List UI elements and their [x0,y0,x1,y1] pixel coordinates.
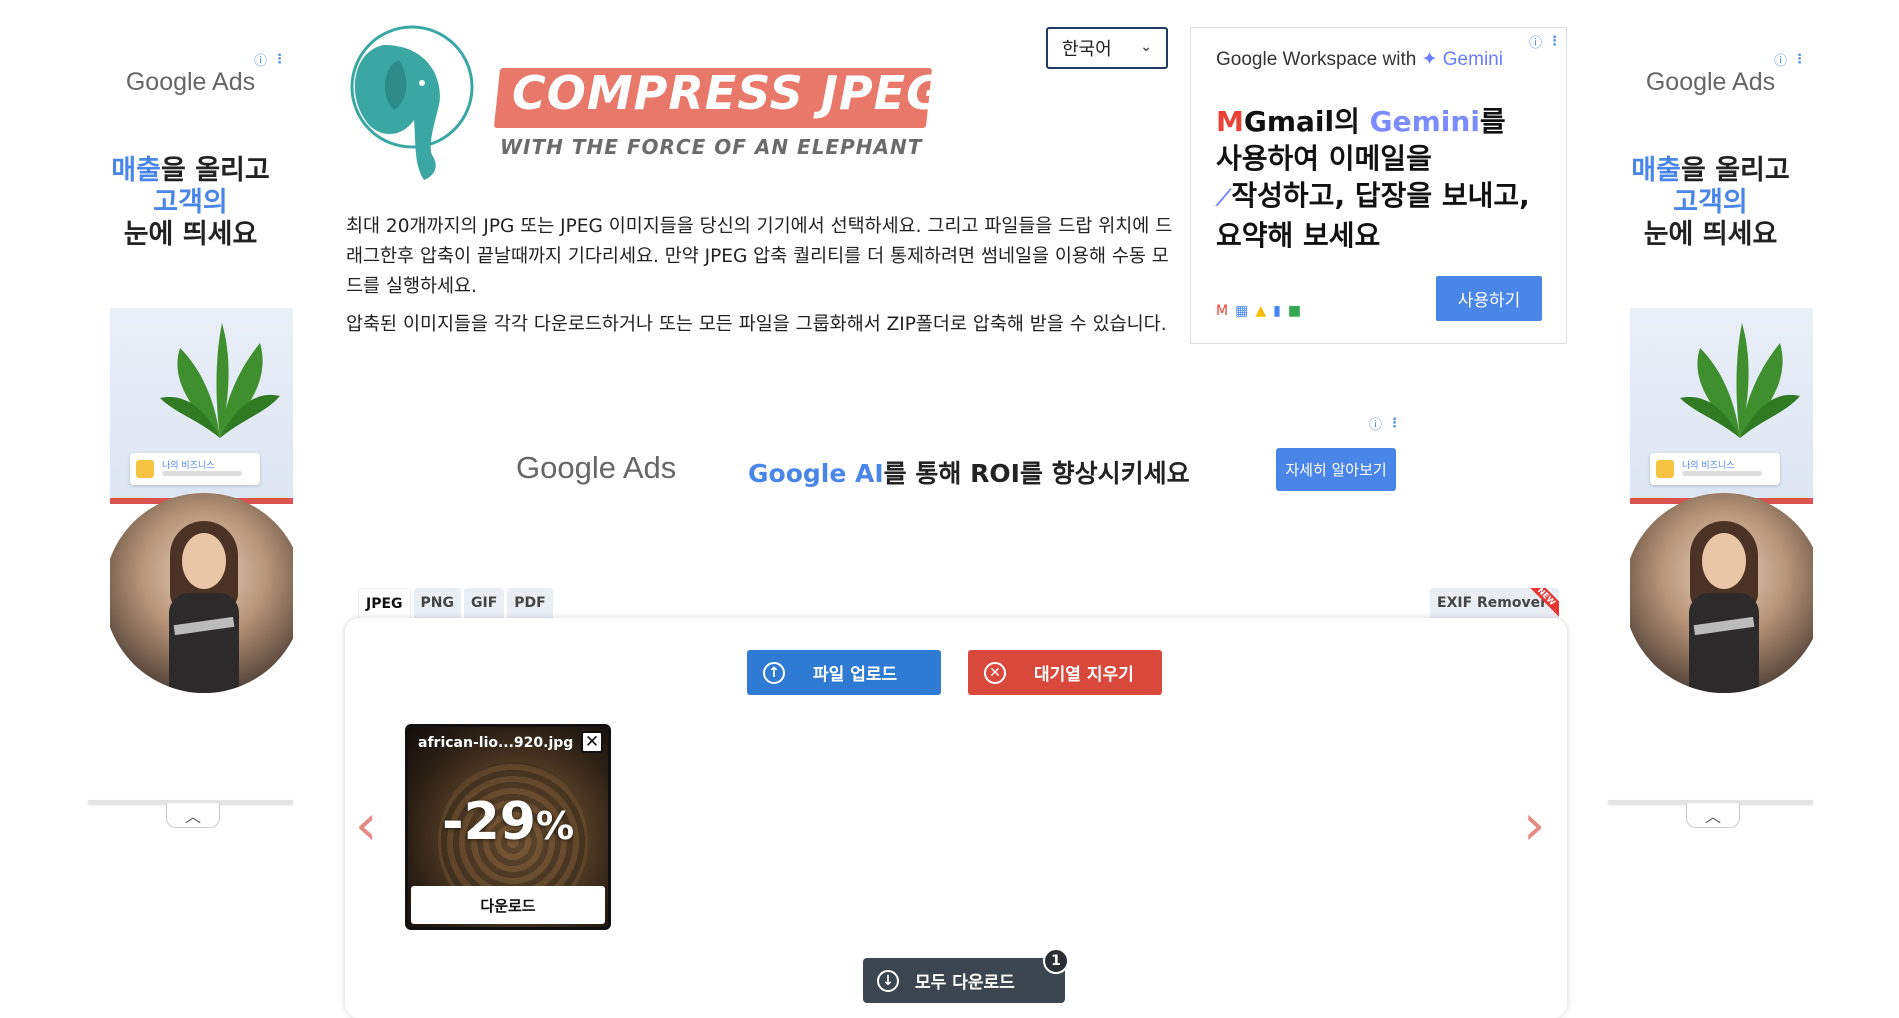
language-select[interactable]: 한국어 ⌄ [1046,27,1168,69]
meet-icon: ■ [1287,303,1302,319]
intro-paragraph-1: 최대 20개까지의 JPG 또는 JPEG 이미지들을 당신의 기기에서 선택하… [346,216,1173,297]
workspace-ad-line1: Gmail의 [1243,105,1370,138]
ad-headline-line3: 눈에 띄세요 [123,219,258,250]
ad-headline-line2: 고객의 [1673,187,1748,218]
tab-jpeg[interactable]: JPEG [358,588,411,619]
language-select-value: 한국어 [1062,39,1112,60]
ads-logo-text: Ads [212,68,256,96]
ad-headline-line1: 을 올리고 [160,155,270,186]
banner-ad-message: Google AI를 통해 ROI를 향상시키세요 [748,454,1190,490]
workspace-ad-cta-button[interactable]: 사용하기 [1436,276,1542,321]
ad-headline-line2: 고객의 [153,187,228,218]
banner-ad-text: 를 통해 ROI를 향상시키세요 [883,459,1190,488]
chevron-down-icon: ⌄ [1140,39,1152,55]
workspace-app-icons: M ▦ ▲ ▮ ■ [1216,303,1301,319]
file-name: african-lio...920.jpg [418,735,574,751]
plant-icon [160,323,280,438]
clear-queue-button[interactable]: ✕ 대기열 지우기 [968,650,1162,695]
download-count-badge: 1 [1043,948,1069,974]
business-card: 나의 비즈니스 [130,453,260,485]
clear-queue-label: 대기열 지우기 [1034,665,1134,685]
plant-icon [1680,323,1800,438]
logo-title[interactable]: COMPRESS JPEG [512,66,945,120]
logo-subtitle: WITH THE FORCE OF AN ELEPHANT [500,135,923,159]
ad-choices-icon[interactable]: ⓘ ⋮ [1369,414,1401,433]
banner-ad[interactable]: ⓘ ⋮ Google Ads Google AI를 통해 ROI를 향상시키세요… [500,410,1401,500]
workspace-ad-line1-suffix: 를 [1479,105,1506,138]
google-logo-text: Google [1645,68,1727,96]
compressor-panel: ↑ 파일 업로드 ✕ 대기열 지우기 ‹ › african-lio...920… [345,618,1567,1018]
workspace-ad-body: MGmail의 Gemini를 사용하여 이메일을 ⟋작성하고, 답장을 보내고… [1216,103,1566,254]
percent-sign: % [535,804,575,848]
upload-files-button[interactable]: ↑ 파일 업로드 [747,650,941,695]
ad-person-photo [1630,493,1813,693]
scroll-left-arrow-icon[interactable]: ‹ [355,793,377,858]
workspace-ad-heading-text: Google Workspace with [1216,49,1422,70]
download-arrow-icon: ↓ [877,969,899,992]
gmail-icon: M [1216,303,1229,319]
download-all-label: 모두 다운로드 [915,973,1015,993]
gemini-label: ✦ Gemini [1421,49,1503,70]
google-ads-logo: Google Ads [88,68,293,97]
workspace-ad-gemini: Gemini [1369,105,1480,138]
ad-headline: 매출을 올리고 고객의 눈에 띄세요 [1608,155,1813,251]
ads-logo-text: Ads [622,450,677,485]
upload-arrow-icon: ↑ [763,661,785,684]
ad-headline-line3: 눈에 띄세요 [1643,219,1778,250]
magic-wand-icon: ⟋ [1216,186,1232,211]
ad-choices-icon[interactable]: ⓘ ⋮ [254,50,286,69]
chevron-up-icon[interactable]: ︿ [166,803,220,828]
right-side-ad[interactable]: ⓘ ⋮ Google Ads 매출을 올리고 고객의 눈에 띄세요 나의 비즈니… [1608,40,1813,840]
elephant-logo-icon[interactable] [344,25,476,185]
download-file-button[interactable]: 다운로드 [411,886,605,924]
ad-headline-highlight: 매출 [111,155,161,186]
compression-value: -29 [441,792,536,852]
calendar-icon: ▦ [1235,303,1249,319]
file-thumbnail[interactable]: african-lio...920.jpg ✕ -29% 다운로드 [405,724,611,930]
workspace-ad-heading: Google Workspace with ✦ Gemini [1216,48,1503,71]
banner-ad-highlight: Google AI [748,459,884,488]
left-side-ad[interactable]: ⓘ ⋮ Google Ads 매출을 올리고 고객의 눈에 띄세요 나의 비즈니… [88,40,293,840]
ad-headline-line1: 을 올리고 [1680,155,1790,186]
ad-headline: 매출을 올리고 고객의 눈에 띄세요 [88,155,293,251]
close-circle-icon: ✕ [984,661,1006,684]
google-ads-logo: Google Ads [1608,68,1813,97]
tab-pdf[interactable]: PDF [507,588,553,618]
workspace-ad-line3: 작성하고, 답장을 보내고, [1231,179,1530,212]
business-card-label: 나의 비즈니스 [1682,461,1735,471]
tab-exif-remover-label: EXIF Remover [1437,595,1548,611]
ad-choices-icon[interactable]: ⓘ ⋮ [1529,32,1561,51]
gmail-icon: M [1216,105,1244,138]
workspace-ad-line4: 요약해 보세요 [1216,219,1381,252]
business-card: 나의 비즈니스 [1650,453,1780,485]
download-all-button[interactable]: ↓ 모두 다운로드 1 [863,948,1069,1003]
remove-file-close-icon[interactable]: ✕ [581,731,603,753]
google-logo-text: Google [516,450,616,485]
business-card-label: 나의 비즈니스 [162,461,215,471]
workspace-ad-line2: 사용하여 이메일을 [1216,142,1432,175]
ad-image: 나의 비즈니스 [1630,308,1813,698]
format-tabs: JPEG PNG GIF PDF [358,588,553,619]
chevron-up-icon[interactable]: ︿ [1686,803,1740,828]
intro-text: 최대 20개까지의 JPG 또는 JPEG 이미지들을 당신의 기기에서 선택하… [346,212,1176,348]
ad-person-photo [110,493,293,693]
docs-icon: ▮ [1273,303,1281,319]
intro-paragraph-2: 압축된 이미지들을 각각 다운로드하거나 또는 모든 파일을 그룹화해서 ZIP… [346,314,1167,335]
ads-logo-text: Ads [1732,68,1776,96]
ad-choices-icon[interactable]: ⓘ ⋮ [1774,50,1806,69]
upload-files-label: 파일 업로드 [813,665,898,685]
scroll-right-arrow-icon[interactable]: › [1523,793,1545,858]
drive-icon: ▲ [1255,303,1267,319]
banner-ad-cta-button[interactable]: 자세히 알아보기 [1276,448,1396,491]
ad-headline-highlight: 매출 [1631,155,1681,186]
google-ads-logo: Google Ads [516,450,676,486]
tab-exif-remover[interactable]: EXIF Remover NEW [1430,588,1560,618]
tab-gif[interactable]: GIF [464,588,505,618]
compression-percentage: -29% [408,792,608,852]
tab-png[interactable]: PNG [413,588,461,618]
google-logo-text: Google [125,68,207,96]
ad-image: 나의 비즈니스 [110,308,293,698]
workspace-ad[interactable]: ⓘ ⋮ Google Workspace with ✦ Gemini MGmai… [1190,27,1567,344]
